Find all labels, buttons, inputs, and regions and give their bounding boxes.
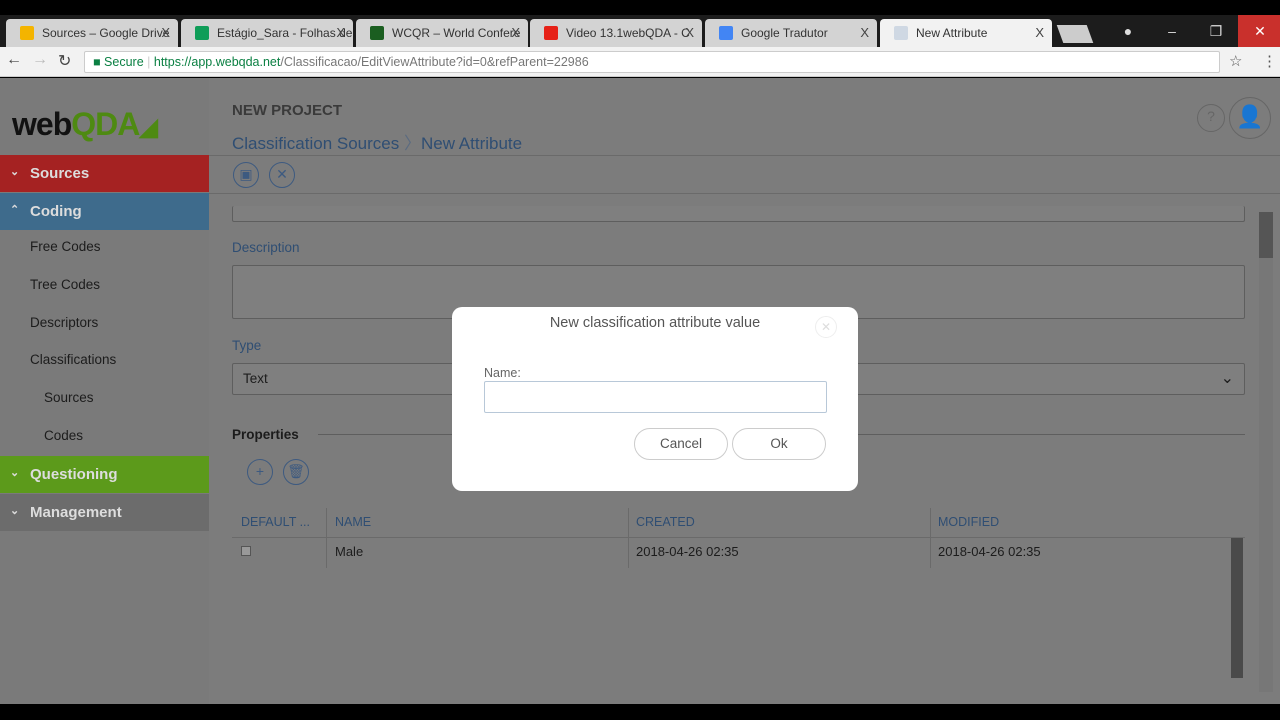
type-label: Type xyxy=(232,338,262,353)
close-tab-icon[interactable]: X xyxy=(336,25,345,40)
tab-wcqr[interactable]: WCQR – World Confere X xyxy=(356,19,528,47)
lock-icon: ■ xyxy=(93,55,101,69)
cell-name: Male xyxy=(335,544,364,559)
help-icon[interactable]: ? xyxy=(1197,104,1225,132)
webqda-logo: webQDA◢ xyxy=(12,106,158,142)
sidebar-item-classifications[interactable]: Classifications xyxy=(30,352,116,367)
close-icon[interactable]: ✕ xyxy=(269,162,295,188)
url-host: https://app.webqda.net xyxy=(153,55,281,69)
sidebar-item-free-codes[interactable]: Free Codes xyxy=(30,239,101,254)
cell-created: 2018-04-26 02:35 xyxy=(636,544,739,559)
chevron-up-icon: ⌃ xyxy=(10,204,20,216)
column-modified[interactable]: MODIFIED xyxy=(938,515,999,529)
reload-icon[interactable]: ↻ xyxy=(58,51,71,71)
tab-youtube[interactable]: Video 13.1webQDA - CX xyxy=(530,19,702,47)
tab-sheets[interactable]: Estágio_Sara - Folhas de X xyxy=(181,19,353,47)
table-scrollbar[interactable] xyxy=(1231,538,1243,678)
wcqr-icon xyxy=(370,26,384,40)
add-icon[interactable]: + xyxy=(247,459,273,485)
dialog-title: New classification attribute value xyxy=(549,315,761,331)
cell-modified: 2018-04-26 02:35 xyxy=(938,544,1041,559)
profile-icon[interactable]: ● xyxy=(1106,15,1150,47)
secure-label: Secure xyxy=(104,55,144,69)
sidebar-section-management[interactable]: ⌄ Management xyxy=(0,494,209,531)
default-checkbox[interactable] xyxy=(241,546,251,556)
drive-icon xyxy=(20,26,34,40)
ok-button[interactable]: Ok xyxy=(732,428,826,460)
translate-icon xyxy=(719,26,733,40)
close-tab-icon[interactable]: X xyxy=(1035,25,1044,40)
youtube-icon xyxy=(544,26,558,40)
close-window-button[interactable]: ✕ xyxy=(1238,15,1280,47)
column-default[interactable]: DEFAULT ... xyxy=(241,515,310,529)
sidebar-item-codes[interactable]: Codes xyxy=(44,428,83,443)
close-tab-icon[interactable]: X xyxy=(860,25,869,40)
new-attribute-value-dialog: New classification attribute value ✕ Nam… xyxy=(452,307,858,491)
tab-google-drive[interactable]: Sources – Google Drive X xyxy=(6,19,178,47)
save-icon[interactable]: ▣ xyxy=(233,162,259,188)
properties-heading: Properties xyxy=(232,427,299,442)
project-title: NEW PROJECT xyxy=(232,102,343,119)
minimize-button[interactable]: – xyxy=(1150,15,1194,47)
user-avatar-icon[interactable]: 👤 xyxy=(1229,97,1271,139)
name-input[interactable] xyxy=(232,206,1245,222)
sheets-icon xyxy=(195,26,209,40)
name-input[interactable] xyxy=(484,381,827,413)
forward-icon[interactable]: → xyxy=(32,51,48,69)
column-name[interactable]: NAME xyxy=(335,515,371,529)
address-bar-row: ← → ↻ ■ Secure | https://app.webqda.net/… xyxy=(0,47,1280,77)
back-icon[interactable]: ← xyxy=(6,51,22,69)
restore-button[interactable]: ❐ xyxy=(1194,15,1238,47)
chevron-down-icon: ⌄ xyxy=(10,166,20,178)
sidebar-section-sources[interactable]: ⌄ Sources xyxy=(0,155,209,192)
menu-icon[interactable]: ⋮ xyxy=(1262,52,1277,70)
tab-google-translate[interactable]: Google Tradutor X xyxy=(705,19,877,47)
breadcrumb-new-attribute: New Attribute xyxy=(420,134,523,153)
chevron-down-icon: ⌄ xyxy=(10,467,20,479)
delete-icon[interactable]: 🗑 xyxy=(283,459,309,485)
sidebar-item-sources[interactable]: Sources xyxy=(44,390,94,405)
close-tab-icon[interactable]: X xyxy=(685,25,694,40)
url-path: /Classificacao/EditViewAttribute?id=0&re… xyxy=(280,55,589,69)
breadcrumb-classification-sources[interactable]: Classification Sources xyxy=(232,134,399,153)
browser-tab-bar: Sources – Google Drive X Estágio_Sara - F… xyxy=(0,15,1280,47)
cancel-button[interactable]: Cancel xyxy=(634,428,728,460)
tab-new-attribute[interactable]: New Attribute X xyxy=(880,19,1052,47)
sidebar-section-coding[interactable]: ⌃ Coding xyxy=(0,193,209,230)
column-created[interactable]: CREATED xyxy=(636,515,695,529)
page-scrollbar[interactable] xyxy=(1259,212,1273,692)
name-label: Name: xyxy=(484,366,521,380)
new-tab-button[interactable] xyxy=(1056,25,1094,43)
page-icon xyxy=(894,26,908,40)
sidebar-section-questioning[interactable]: ⌄ Questioning xyxy=(0,456,209,493)
close-tab-icon[interactable]: X xyxy=(511,25,520,40)
bookmark-star-icon[interactable]: ☆ xyxy=(1229,52,1242,70)
description-label: Description xyxy=(232,240,300,255)
sidebar-item-tree-codes[interactable]: Tree Codes xyxy=(30,277,100,292)
chevron-down-icon: ⌄ xyxy=(1220,370,1234,387)
chevron-down-icon: ⌄ xyxy=(10,505,20,517)
url-input[interactable]: ■ Secure | https://app.webqda.net/Classi… xyxy=(84,51,1220,73)
breadcrumb: Classification Sources 〉New Attribute xyxy=(232,134,523,153)
table-header xyxy=(232,508,1245,538)
close-tab-icon[interactable]: X xyxy=(161,25,170,40)
close-icon[interactable]: ✕ xyxy=(815,316,837,338)
sidebar-item-descriptors[interactable]: Descriptors xyxy=(30,315,98,330)
sidebar: webQDA◢ ⌄ Sources ⌃ Coding Free Codes Tree… xyxy=(0,78,209,704)
